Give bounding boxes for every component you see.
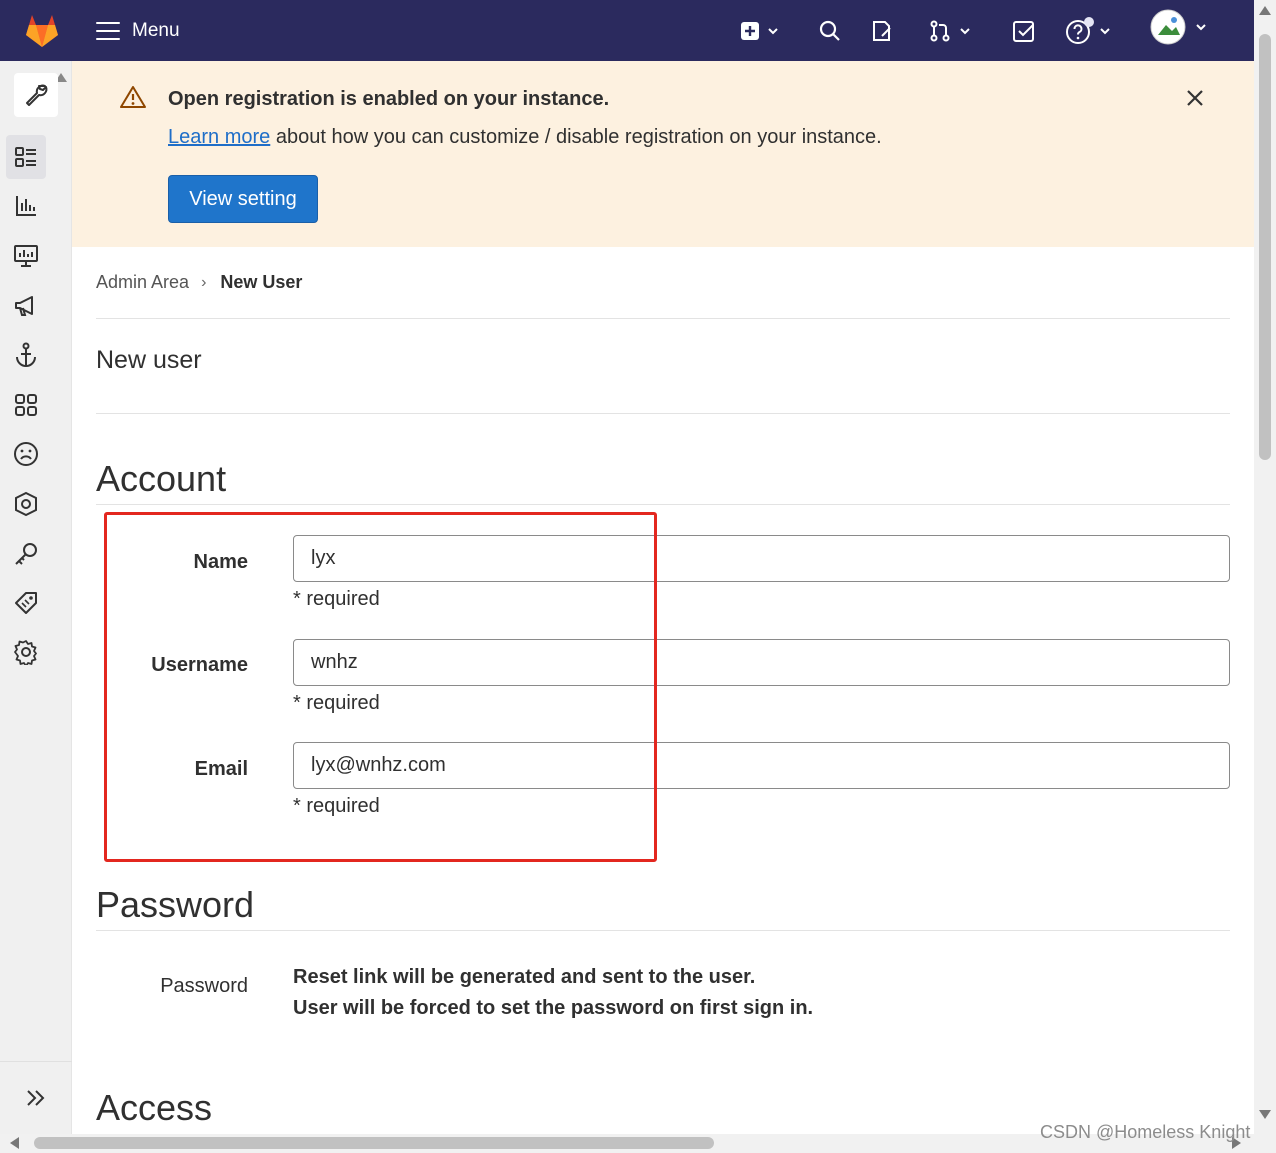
- issues-button[interactable]: [870, 17, 894, 45]
- sidebar-item-monitoring[interactable]: [6, 234, 46, 278]
- chevron-down-icon: [1196, 24, 1206, 31]
- scroll-up-arrow[interactable]: [1259, 6, 1271, 15]
- user-menu-dropdown[interactable]: [1150, 9, 1216, 45]
- abuse-reports-icon: [14, 442, 38, 466]
- annotation-highlight-box: [104, 512, 657, 862]
- warning-icon: [120, 86, 146, 108]
- kubernetes-icon: [15, 491, 37, 517]
- chevron-down-icon: [768, 28, 778, 35]
- applications-icon: [15, 394, 37, 416]
- view-setting-button[interactable]: View setting: [168, 175, 318, 223]
- divider: [96, 413, 1230, 414]
- registration-alert: Open registration is enabled on your ins…: [72, 61, 1254, 247]
- watermark: CSDN @Homeless Knight: [1040, 1122, 1251, 1142]
- analytics-icon: [16, 196, 36, 216]
- sidebar-item-overview[interactable]: [6, 135, 46, 179]
- admin-sidebar: [0, 61, 72, 1134]
- password-info-line-2: User will be forced to set the password …: [293, 997, 814, 1019]
- sidebar-item-analytics[interactable]: [6, 184, 46, 228]
- divider: [96, 504, 1230, 505]
- sidebar-item-deploy-keys[interactable]: [6, 532, 46, 576]
- hamburger-icon: [96, 22, 120, 40]
- vertical-scrollbar[interactable]: [1254, 0, 1276, 1153]
- monitoring-icon: [14, 245, 38, 267]
- sidebar-item-labels[interactable]: [6, 581, 46, 625]
- sidebar-item-messages[interactable]: [6, 284, 46, 328]
- sidebar-item-admin-area[interactable]: [14, 73, 58, 117]
- breadcrumb-current: New User: [220, 272, 303, 292]
- breadcrumb: Admin Area › New User: [96, 272, 302, 293]
- divider: [96, 318, 1230, 319]
- sidebar-item-kubernetes[interactable]: [6, 482, 46, 526]
- help-dropdown[interactable]: [1065, 17, 1117, 45]
- labels-icon: [15, 592, 37, 614]
- menu-label: Menu: [132, 20, 180, 41]
- issues-icon: [873, 21, 891, 41]
- alert-title: Open registration is enabled on your ins…: [168, 88, 610, 110]
- settings-icon: [14, 640, 37, 665]
- chevron-down-icon: [1100, 28, 1110, 35]
- create-new-dropdown[interactable]: [740, 17, 786, 45]
- create-new-icon: [741, 22, 759, 40]
- top-navbar: Menu: [0, 0, 1254, 61]
- avatar: [1150, 9, 1186, 45]
- breadcrumb-admin-area[interactable]: Admin Area: [96, 272, 189, 293]
- scrollbar-thumb[interactable]: [34, 1137, 714, 1149]
- search-button[interactable]: [818, 17, 842, 45]
- deploy-keys-icon: [15, 543, 37, 565]
- double-chevron-right-icon: [27, 1090, 45, 1106]
- merge-requests-icon: [930, 20, 950, 42]
- todos-button[interactable]: [1012, 17, 1036, 45]
- messages-icon: [15, 296, 33, 316]
- access-heading: Access: [96, 1087, 213, 1128]
- scroll-down-arrow[interactable]: [1259, 1110, 1271, 1119]
- password-info-line-1: Reset link will be generated and sent to…: [293, 966, 756, 988]
- merge-requests-dropdown[interactable]: [928, 17, 978, 45]
- todos-icon: [1013, 21, 1034, 42]
- help-icon: [1066, 17, 1094, 44]
- alert-body: Learn more about how you can customize /…: [168, 126, 882, 149]
- alert-body-text: about how you can customize / disable re…: [270, 126, 882, 148]
- wrench-icon: [26, 84, 48, 106]
- sidebar-item-abuse-reports[interactable]: [6, 432, 46, 476]
- overview-icon: [15, 147, 36, 167]
- hooks-icon: [16, 342, 36, 367]
- password-heading: Password: [96, 884, 255, 925]
- learn-more-link[interactable]: Learn more: [168, 126, 270, 148]
- sidebar-item-applications[interactable]: [6, 383, 46, 427]
- password-label: Password: [160, 975, 248, 997]
- scrollbar-thumb[interactable]: [1259, 34, 1271, 460]
- scroll-left-arrow[interactable]: [10, 1137, 19, 1149]
- sidebar-item-system-hooks[interactable]: [6, 333, 46, 377]
- collapse-sidebar-button[interactable]: [0, 1061, 72, 1134]
- search-icon: [819, 20, 840, 41]
- sidebar-item-settings[interactable]: [6, 630, 46, 674]
- page-title: New user: [96, 346, 202, 374]
- account-heading: Account: [96, 458, 227, 499]
- chevron-down-icon: [960, 28, 970, 35]
- gitlab-logo[interactable]: [24, 13, 60, 49]
- close-icon[interactable]: [1184, 87, 1206, 109]
- chevron-right-icon: ›: [201, 273, 207, 291]
- divider: [96, 930, 1230, 931]
- menu-button[interactable]: Menu: [96, 18, 180, 44]
